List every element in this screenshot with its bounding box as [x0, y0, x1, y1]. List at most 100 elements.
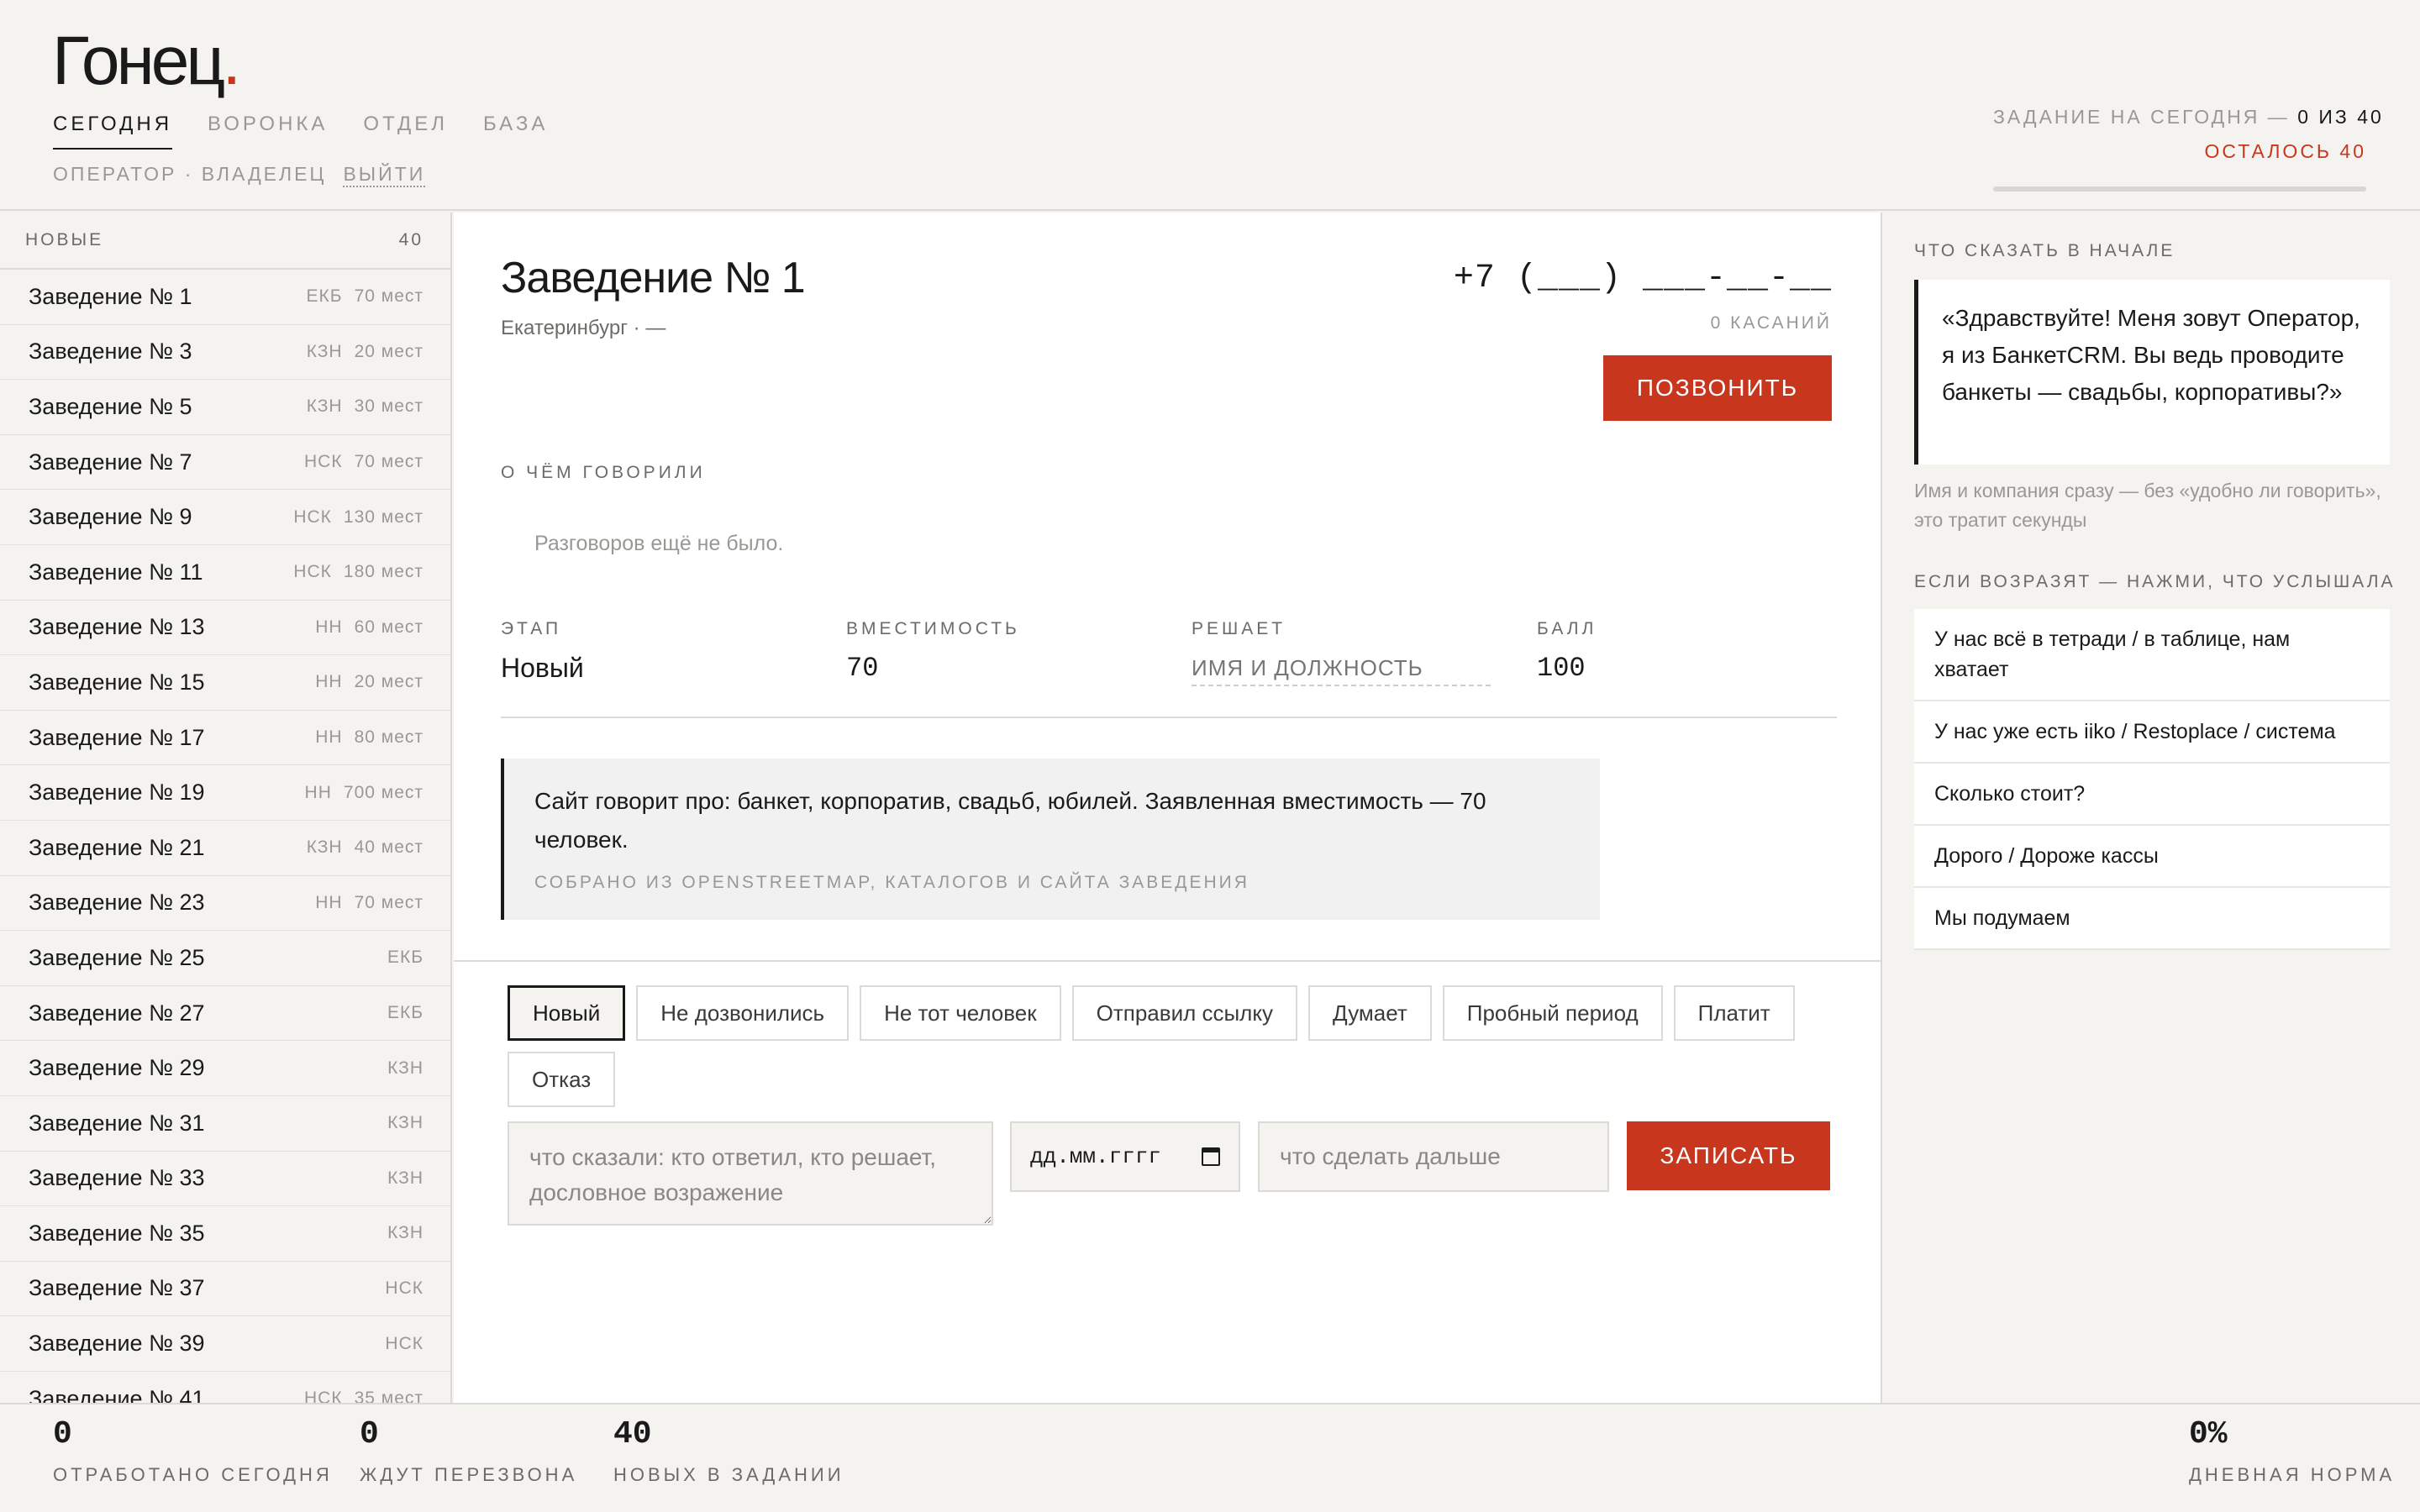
nav-base[interactable]: БАЗА: [483, 113, 548, 150]
call-notes-input[interactable]: [508, 1121, 993, 1226]
venue-list-item-seats: 80 мест: [354, 727, 424, 748]
venue-list-item[interactable]: Заведение № 7 НСК 70 мест: [0, 435, 450, 491]
nav-department[interactable]: ОТДЕЛ: [363, 113, 448, 150]
objection-price[interactable]: Сколько стоит?: [1914, 764, 2390, 826]
next-action-input[interactable]: [1258, 1121, 1609, 1192]
stage-new-button[interactable]: Новый: [508, 985, 626, 1041]
stage-value: Новый: [501, 653, 584, 683]
venue-list-item-meta: НСК: [385, 1334, 424, 1354]
stat-daily-norm: 0% ДНЕВНАЯ НОРМА: [2189, 1416, 2396, 1485]
venue-list-item[interactable]: Заведение № 1 ЕКБ 70 мест: [0, 270, 450, 325]
venue-list-item[interactable]: Заведение № 3 КЗН 20 мест: [0, 325, 450, 381]
venue-list-item[interactable]: Заведение № 15 НН 20 мест: [0, 655, 450, 711]
venue-list-item-seats: 30 мест: [354, 396, 424, 417]
script-start-label: ЧТО СКАЗАТЬ В НАЧАЛЕ: [1914, 241, 2175, 260]
objection-notebook[interactable]: У нас всё в тетради / в таблице, нам хва…: [1914, 609, 2390, 701]
venue-list-item-city: НН: [304, 782, 332, 802]
section-divider: [454, 960, 1882, 962]
nav-today[interactable]: СЕГОДНЯ: [53, 113, 173, 150]
venue-list-item-city: НН: [315, 727, 343, 748]
venue-list-item-city: КЗН: [306, 837, 343, 858]
venue-list-item-city: НН: [315, 672, 343, 692]
date-placeholder: дд.мм.гггг: [1030, 1144, 1162, 1169]
stage-paying-button[interactable]: Платит: [1673, 985, 1795, 1041]
venue-list-item[interactable]: Заведение № 11 НСК 180 мест: [0, 545, 450, 601]
venue-list-item-name: Заведение № 27: [29, 1000, 205, 1026]
stage-wrong-person-button[interactable]: Не тот человек: [860, 985, 1061, 1041]
stage-thinking-button[interactable]: Думает: [1308, 985, 1432, 1041]
venue-list-item-seats: 60 мест: [354, 617, 424, 637]
venue-list-item[interactable]: Заведение № 33 КЗН: [0, 1152, 450, 1207]
venue-list-item-name: Заведение № 41: [29, 1385, 205, 1403]
venue-list-item-city: НСК: [303, 1389, 343, 1403]
script-start-text: «Здравствуйте! Меня зовут Оператор, я из…: [1914, 280, 2390, 465]
objection-has-system[interactable]: У нас уже есть iiko / Restoplace / систе…: [1914, 701, 2390, 764]
venue-list-item-city: КЗН: [306, 341, 343, 361]
venue-list-item-seats: 20 мест: [354, 341, 424, 361]
venue-list-item-seats: 180 мест: [343, 562, 424, 582]
stat-new-in-task: 40 НОВЫХ В ЗАДАНИИ: [613, 1416, 844, 1485]
calendar-icon[interactable]: [1202, 1147, 1220, 1166]
call-log-form: дд.мм.гггг ЗАПИСАТЬ: [508, 1121, 1830, 1227]
venue-list-item[interactable]: Заведение № 19 НН 700 мест: [0, 765, 450, 821]
talk-history-label: О ЧЁМ ГОВОРИЛИ: [501, 463, 706, 482]
capacity-value: 70: [846, 653, 879, 684]
venue-list-item-seats: 20 мест: [354, 672, 424, 692]
venue-list-item[interactable]: Заведение № 39 НСК: [0, 1316, 450, 1372]
venue-list-item[interactable]: Заведение № 31 КЗН: [0, 1096, 450, 1152]
objection-expensive[interactable]: Дорого / Дороже кассы: [1914, 826, 2390, 888]
venue-list: НОВЫЕ 40 Заведение № 1 ЕКБ 70 мест Заведени…: [0, 213, 452, 1403]
venue-list-item-name: Заведение № 23: [29, 890, 205, 916]
field-capacity: ВМЕСТИМОСТЬ 70: [846, 619, 1020, 684]
list-header: НОВЫЕ 40: [0, 213, 450, 270]
task-progress-bar: [1993, 186, 2366, 192]
venue-list-item[interactable]: Заведение № 17 НН 80 мест: [0, 711, 450, 766]
stage-no-answer-button[interactable]: Не дозвонились: [636, 985, 850, 1041]
call-button[interactable]: ПОЗВОНИТЬ: [1603, 355, 1832, 421]
stat-awaiting-callback: 0 ЖДУТ ПЕРЕЗВОНА: [360, 1416, 578, 1485]
stat-worked-today: 0 ОТРАБОТАНО СЕГОДНЯ: [53, 1416, 333, 1485]
stage-refused-button[interactable]: Отказ: [508, 1052, 616, 1107]
venue-list-item-name: Заведение № 25: [29, 944, 205, 970]
nav-funnel[interactable]: ВОРОНКА: [208, 113, 328, 150]
venue-list-item[interactable]: Заведение № 21 КЗН 40 мест: [0, 821, 450, 876]
decider-input[interactable]: [1192, 651, 1491, 686]
venue-list-item[interactable]: Заведение № 35 КЗН: [0, 1206, 450, 1262]
stage-link-sent-button[interactable]: Отправил ссылку: [1071, 985, 1298, 1041]
app-logo[interactable]: Гонец.: [52, 23, 241, 99]
venue-list-item-city: НСК: [385, 1278, 424, 1298]
logout-link[interactable]: ВЫЙТИ: [343, 163, 426, 187]
task-summary: ЗАДАНИЕ НА СЕГОДНЯ — 0 ИЗ 40: [1993, 106, 2384, 128]
objection-think[interactable]: Мы подумаем: [1914, 888, 2390, 950]
list-rows: Заведение № 1 ЕКБ 70 мест Заведение № 3 КЗН 2…: [0, 270, 450, 1403]
venue-list-item-seats: 70 мест: [354, 892, 424, 912]
venue-phone[interactable]: +7 (___) ___-__-__: [1454, 260, 1832, 297]
next-date-input[interactable]: дд.мм.гггг: [1010, 1121, 1240, 1192]
venue-title: Заведение № 1: [501, 254, 806, 302]
venue-list-item-name: Заведение № 35: [29, 1220, 205, 1246]
venue-list-item-name: Заведение № 13: [29, 614, 205, 640]
venue-list-item-city: КЗН: [387, 1168, 424, 1188]
save-log-button[interactable]: ЗАПИСАТЬ: [1627, 1121, 1830, 1190]
venue-list-item[interactable]: Заведение № 41 НСК 35 мест: [0, 1372, 450, 1403]
venue-list-item[interactable]: Заведение № 25 ЕКБ: [0, 931, 450, 986]
site-info-source: СОБРАНО ИЗ OPENSTREETMAP, КАТАЛОГОВ И СА…: [534, 873, 1249, 892]
stage-trial-button[interactable]: Пробный период: [1442, 985, 1663, 1041]
field-stage: ЭТАП Новый: [501, 619, 584, 683]
venue-list-item[interactable]: Заведение № 9 НСК 130 мест: [0, 490, 450, 545]
venue-list-item[interactable]: Заведение № 13 НН 60 мест: [0, 601, 450, 656]
venue-list-item-city: ЕКБ: [387, 1003, 424, 1023]
venue-list-item[interactable]: Заведение № 23 НН 70 мест: [0, 876, 450, 932]
venue-list-item-meta: НСК 130 мест: [293, 507, 424, 528]
venue-list-item-city: ЕКБ: [387, 948, 424, 968]
venue-list-item[interactable]: Заведение № 29 КЗН: [0, 1041, 450, 1096]
venue-list-item[interactable]: Заведение № 37 НСК: [0, 1262, 450, 1317]
venue-list-item-name: Заведение № 9: [29, 504, 192, 530]
list-header-count: 40: [398, 230, 424, 249]
venue-list-item-name: Заведение № 31: [29, 1110, 205, 1136]
venue-list-item-name: Заведение № 1: [29, 283, 192, 309]
venue-list-item-meta: НСК 70 мест: [304, 452, 424, 472]
venue-list-item[interactable]: Заведение № 27 ЕКБ: [0, 986, 450, 1042]
venue-city: Екатеринбург · —: [501, 317, 666, 339]
venue-list-item[interactable]: Заведение № 5 КЗН 30 мест: [0, 380, 450, 435]
